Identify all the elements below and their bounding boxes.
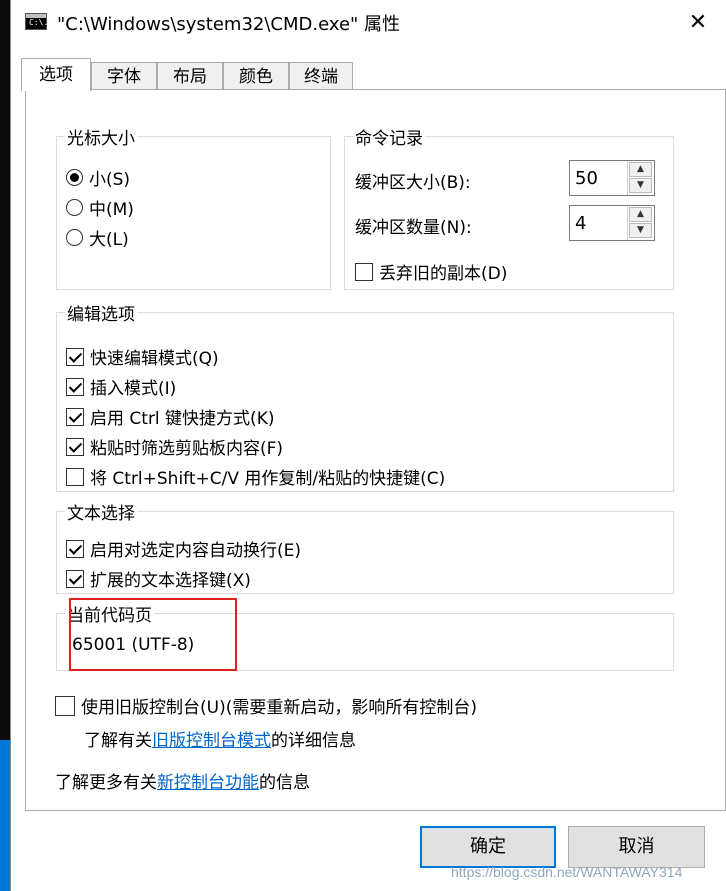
command-history-title: 命令记录	[353, 124, 425, 149]
spin-up-button[interactable]: ▲	[629, 162, 652, 177]
checkbox-ctrl-shift-copy-paste[interactable]: 将 Ctrl+Shift+C/V 用作复制/粘贴的快捷键(C)	[66, 464, 445, 489]
more-info-suffix: 的信息	[259, 773, 310, 793]
new-console-features-link[interactable]: 新控制台功能	[157, 768, 259, 793]
radio-button[interactable]	[66, 229, 83, 246]
radio-cursor-large[interactable]: 大(L)	[66, 225, 129, 250]
buffer-count-label: 缓冲区数量(N):	[355, 218, 472, 238]
cursor-size-group: 光标大小 小(S) 中(M) 大(L)	[56, 124, 331, 290]
options-panel: 光标大小 小(S) 中(M) 大(L) 命令记录 缓冲区大小(B): ▲	[25, 89, 726, 811]
checkbox-label: 启用 Ctrl 键快捷方式(K)	[90, 409, 275, 429]
checkbox-extended-selection[interactable]: 扩展的文本选择键(X)	[66, 566, 251, 591]
tab-font[interactable]: 字体	[91, 62, 157, 90]
tab-colors[interactable]: 颜色	[223, 62, 289, 90]
cmd-icon: C:\.	[25, 13, 48, 30]
watermark-text: https://blog.csdn.net/WANTAWAY314	[451, 864, 683, 880]
radio-button[interactable]	[66, 169, 83, 186]
buffer-size-label: 缓冲区大小(B):	[355, 173, 471, 193]
checkbox-filter-clipboard[interactable]: 粘贴时筛选剪贴板内容(F)	[66, 434, 283, 459]
checkbox-insert-mode[interactable]: 插入模式(I)	[66, 374, 176, 399]
radio-button[interactable]	[66, 199, 83, 216]
radio-label: 中(M)	[89, 200, 134, 220]
checkbox[interactable]	[66, 569, 84, 588]
checkbox[interactable]	[66, 467, 84, 486]
checkbox-label: 快速编辑模式(Q)	[90, 349, 219, 369]
checkbox[interactable]	[66, 539, 84, 558]
checkbox-label: 将 Ctrl+Shift+C/V 用作复制/粘贴的快捷键(C)	[90, 469, 446, 489]
checkbox[interactable]	[355, 262, 373, 281]
spin-down-button[interactable]: ▼	[629, 178, 652, 193]
tab-terminal[interactable]: 终端	[289, 62, 353, 90]
text-selection-title: 文本选择	[65, 499, 137, 524]
checkbox-label: 插入模式(I)	[90, 379, 177, 399]
radio-label: 大(L)	[89, 230, 129, 250]
buffer-size-input[interactable]	[570, 161, 628, 195]
spin-up-button[interactable]: ▲	[629, 207, 652, 222]
checkbox-legacy-console[interactable]: 使用旧版控制台(U)(需要重新启动，影响所有控制台)	[55, 693, 477, 718]
cancel-button[interactable]: 取消	[568, 826, 705, 868]
edit-options-title: 编辑选项	[65, 300, 137, 325]
red-highlight-box	[69, 598, 237, 671]
checkbox[interactable]	[66, 437, 84, 456]
properties-dialog: C:\. "C:\Windows\system32\CMD.exe" 属性 ✕ …	[10, 0, 726, 891]
checkbox-label: 粘贴时筛选剪贴板内容(F)	[90, 439, 284, 459]
legacy-mode-link[interactable]: 旧版控制台模式	[152, 726, 271, 751]
checkbox-auto-wrap[interactable]: 启用对选定内容自动换行(E)	[66, 536, 301, 561]
ok-button[interactable]: 确定	[420, 826, 556, 868]
legacy-info-suffix: 的详细信息	[271, 731, 356, 751]
background-console	[0, 0, 10, 740]
buffer-count-stepper[interactable]: ▲ ▼	[569, 205, 655, 241]
command-history-group: 命令记录 缓冲区大小(B): ▲ ▼ 缓冲区数量(N): ▲ ▼ 丢弃旧的副本(…	[344, 124, 674, 290]
checkbox-label: 使用旧版控制台(U)(需要重新启动，影响所有控制台)	[81, 698, 477, 718]
more-info-line: 了解更多有关 新控制台功能 的信息	[55, 768, 310, 793]
legacy-info-prefix: 了解有关	[84, 731, 152, 751]
window-title: "C:\Windows\system32\CMD.exe" 属性	[57, 14, 401, 35]
more-info-prefix: 了解更多有关	[55, 773, 157, 793]
checkbox-quick-edit[interactable]: 快速编辑模式(Q)	[66, 344, 219, 369]
buffer-count-input[interactable]	[570, 206, 628, 240]
buffer-size-stepper[interactable]: ▲ ▼	[569, 160, 655, 196]
checkbox-label: 丢弃旧的副本(D)	[379, 264, 508, 284]
checkbox-label: 启用对选定内容自动换行(E)	[90, 541, 302, 561]
tab-options[interactable]: 选项	[21, 58, 91, 91]
cursor-size-title: 光标大小	[65, 124, 137, 149]
title-bar[interactable]: C:\. "C:\Windows\system32\CMD.exe" 属性 ✕	[11, 0, 726, 46]
legacy-info-line: 了解有关 旧版控制台模式 的详细信息	[84, 726, 356, 751]
checkbox[interactable]	[66, 347, 84, 366]
checkbox[interactable]	[66, 407, 84, 426]
checkbox-discard-old[interactable]: 丢弃旧的副本(D)	[355, 259, 507, 284]
tab-layout[interactable]: 布局	[157, 62, 223, 90]
radio-cursor-medium[interactable]: 中(M)	[66, 195, 134, 220]
spin-down-button[interactable]: ▼	[629, 223, 652, 238]
checkbox-label: 扩展的文本选择键(X)	[90, 571, 251, 591]
checkbox-ctrl-shortcuts[interactable]: 启用 Ctrl 键快捷方式(K)	[66, 404, 274, 429]
checkbox[interactable]	[66, 377, 84, 396]
radio-label: 小(S)	[89, 170, 131, 190]
edit-options-group: 编辑选项 快速编辑模式(Q) 插入模式(I) 启用 Ctrl 键快捷方式(K) …	[56, 300, 674, 492]
checkbox[interactable]	[55, 695, 75, 716]
text-selection-group: 文本选择 启用对选定内容自动换行(E) 扩展的文本选择键(X)	[56, 499, 674, 594]
radio-cursor-small[interactable]: 小(S)	[66, 165, 130, 190]
close-button[interactable]: ✕	[675, 6, 721, 40]
